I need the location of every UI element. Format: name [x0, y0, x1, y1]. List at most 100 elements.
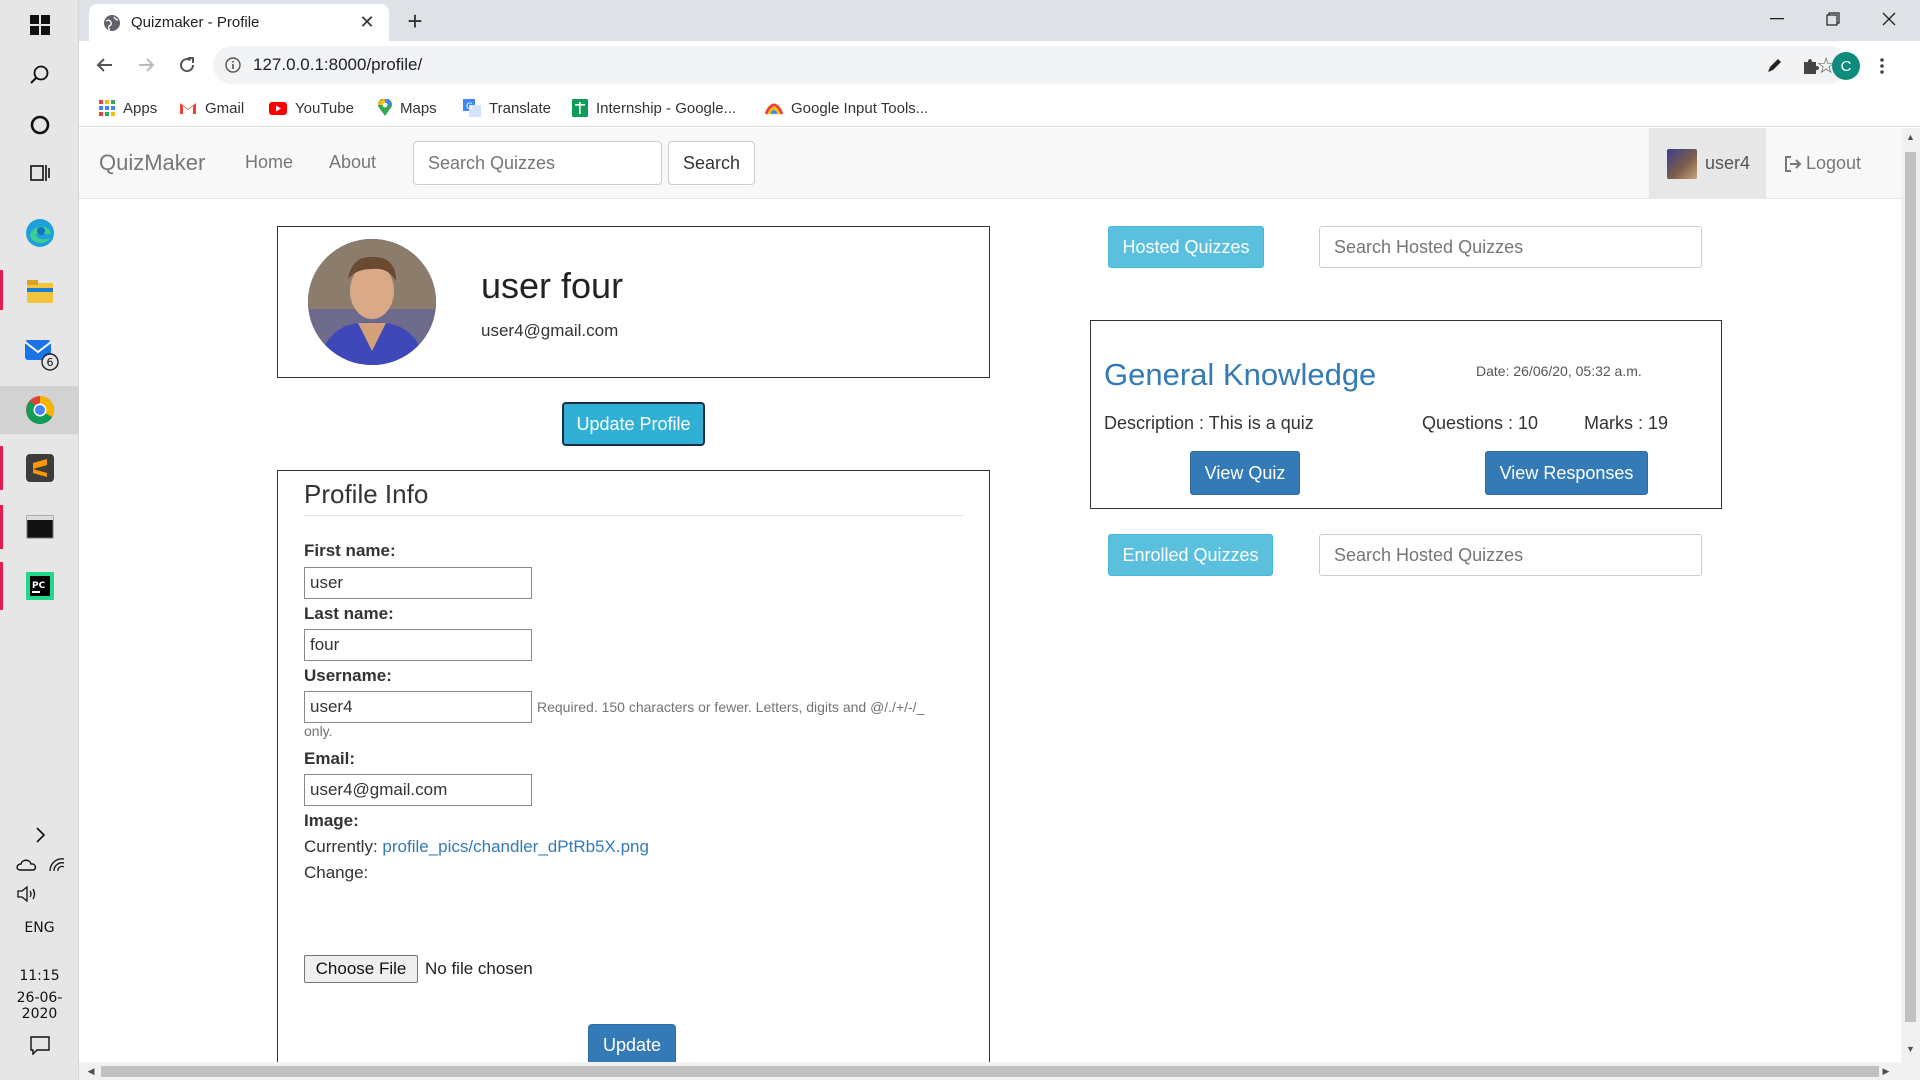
minimize-icon[interactable] [1749, 0, 1805, 38]
username-field[interactable] [304, 691, 532, 723]
first-name-label: First name: [304, 541, 396, 560]
windows-taskbar: 6 PC ENG 11:15 26-06-2020 [0, 0, 79, 1080]
bookmark-gmail[interactable]: Gmail [179, 89, 244, 127]
page-viewport: QuizMaker Home About Search user4 Logout… [79, 128, 1901, 1062]
enrolled-quizzes-button[interactable]: Enrolled Quizzes [1108, 534, 1273, 576]
info-icon[interactable] [225, 57, 241, 73]
chrome-icon[interactable] [0, 386, 79, 434]
forward-icon[interactable] [129, 48, 163, 82]
language-indicator[interactable]: ENG [0, 920, 79, 936]
extensions-icon[interactable] [1795, 51, 1825, 81]
search-hosted-quizzes-input[interactable] [1319, 226, 1702, 268]
change-label: Change: [304, 863, 369, 882]
hosted-quizzes-button[interactable]: Hosted Quizzes [1108, 226, 1264, 268]
url-text[interactable]: 127.0.0.1:8000/profile/ [253, 55, 422, 75]
brand-logo[interactable]: QuizMaker [99, 150, 205, 176]
pycharm-icon[interactable]: PC [0, 564, 79, 608]
current-image-link[interactable]: profile_pics/chandler_dPtRb5X.png [382, 837, 649, 856]
update-profile-button[interactable]: Update Profile [562, 402, 705, 446]
notifications-icon[interactable] [0, 1030, 79, 1060]
menu-icon[interactable] [1867, 51, 1897, 81]
bookmark-maps[interactable]: Maps [378, 89, 437, 127]
nav-home-link[interactable]: Home [245, 152, 293, 173]
new-tab-icon[interactable]: + [399, 6, 431, 36]
address-bar[interactable]: 127.0.0.1:8000/profile/ ☆ [213, 46, 1848, 84]
view-quiz-button[interactable]: View Quiz [1190, 451, 1300, 495]
clock-date[interactable]: 26-06-2020 [0, 990, 79, 1022]
quiz-title-link[interactable]: General Knowledge [1104, 357, 1376, 393]
pen-icon[interactable] [1759, 51, 1789, 81]
last-name-field[interactable] [304, 629, 532, 661]
choose-file-button[interactable]: Choose File [304, 955, 418, 983]
current-image-row: Currently: profile_pics/chandler_dPtRb5X… [304, 837, 649, 857]
profile-email: user4@gmail.com [481, 321, 619, 340]
logout-icon [1785, 155, 1802, 172]
terminal-icon[interactable] [0, 505, 79, 549]
quiz-card: General Knowledge Date: 26/06/20, 05:32 … [1090, 320, 1722, 509]
logout-link[interactable]: Logout [1784, 128, 1861, 199]
back-icon[interactable] [88, 48, 122, 82]
globe-icon [104, 14, 120, 31]
youtube-icon [269, 101, 287, 115]
profile-card: user four user4@gmail.com [277, 226, 990, 378]
bookmark-apps[interactable]: Apps [99, 89, 157, 127]
bookmark-internship[interactable]: Internship - Google... [572, 89, 736, 127]
clock-time[interactable]: 11:15 [0, 968, 79, 984]
bookmark-google-input-tools[interactable]: Google Input Tools... [765, 89, 928, 127]
browser-tab[interactable]: Quizmaker - Profile ✕ [89, 4, 389, 41]
currently-label: Currently: [304, 837, 378, 856]
site-navbar: QuizMaker Home About Search user4 Logout [79, 128, 1901, 199]
quiz-description: Description : This is a quiz [1104, 413, 1314, 433]
email-field[interactable] [304, 774, 532, 806]
form-title: Profile Info [304, 479, 429, 509]
search-quizzes-input[interactable] [413, 141, 662, 185]
file-explorer-icon[interactable] [0, 270, 79, 312]
quiz-date: Date: 26/06/20, 05:32 a.m. [1476, 363, 1642, 379]
translate-icon: G [463, 99, 481, 117]
profile-avatar[interactable]: C [1831, 51, 1861, 81]
bookmarks-bar: Apps Gmail YouTube Maps G Translate Inte… [79, 89, 1920, 127]
restore-icon[interactable] [1805, 0, 1861, 38]
first-name-field[interactable] [304, 567, 532, 599]
svg-text:PC: PC [32, 581, 46, 591]
vertical-scrollbar[interactable]: ▲ ▼ [1901, 128, 1920, 1062]
bookmark-youtube[interactable]: YouTube [269, 89, 354, 127]
browser-toolbar: 127.0.0.1:8000/profile/ ☆ C [79, 41, 1920, 89]
wifi-icon[interactable] [0, 852, 79, 878]
update-button[interactable]: Update [588, 1024, 676, 1062]
maps-pin-icon [378, 99, 392, 117]
sheets-icon [572, 99, 588, 117]
username-label: user4 [1705, 153, 1751, 173]
mail-icon[interactable]: 6 [0, 330, 79, 374]
svg-text:6: 6 [46, 356, 53, 369]
search-enrolled-quizzes-input[interactable] [1319, 534, 1702, 576]
sublime-text-icon[interactable] [0, 446, 79, 490]
edge-icon[interactable] [0, 212, 79, 254]
search-icon[interactable] [0, 56, 79, 94]
reload-icon[interactable] [170, 48, 204, 82]
email-label: Email: [304, 749, 356, 768]
nav-about-link[interactable]: About [329, 152, 376, 173]
tab-title: Quizmaker - Profile [131, 14, 260, 31]
search-button[interactable]: Search [668, 141, 755, 185]
no-file-text: No file chosen [425, 959, 533, 978]
username-label: Username: [304, 666, 392, 685]
quiz-questions: Questions : 10 [1422, 413, 1539, 433]
windows-start-icon[interactable] [0, 6, 79, 44]
cortana-icon[interactable] [0, 106, 79, 144]
user-menu[interactable]: user4 [1649, 128, 1766, 199]
task-view-icon[interactable] [0, 154, 79, 192]
volume-icon[interactable] [0, 882, 79, 906]
username-help-text: Required. 150 characters or fewer. Lette… [537, 699, 925, 715]
view-responses-button[interactable]: View Responses [1485, 451, 1648, 495]
gmail-icon [179, 101, 197, 115]
close-tab-icon[interactable]: ✕ [355, 12, 379, 33]
input-tools-icon [765, 100, 783, 116]
close-window-icon[interactable] [1861, 0, 1917, 38]
image-label: Image: [304, 811, 359, 830]
horizontal-scrollbar[interactable]: ◀ ▶ [79, 1062, 1920, 1080]
tab-strip: Quizmaker - Profile ✕ + [79, 0, 1920, 41]
chevron-right-icon[interactable] [0, 820, 79, 850]
bookmark-translate[interactable]: G Translate [463, 89, 551, 127]
profile-photo [308, 239, 436, 365]
